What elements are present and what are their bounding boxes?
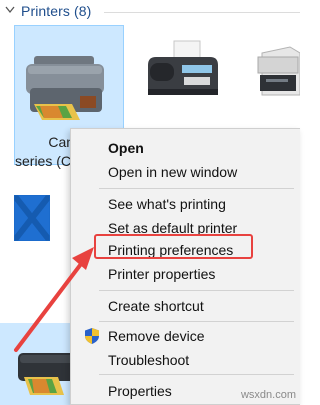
- menu-item-open-new-window[interactable]: Open in new window: [108, 163, 237, 181]
- menu-separator: [99, 321, 294, 322]
- printer-tile-selected-bottom[interactable]: [0, 323, 80, 405]
- watermark: wsxdn.com: [240, 389, 296, 401]
- menu-item-create-shortcut[interactable]: Create shortcut: [108, 297, 204, 315]
- group-title: Printers (8): [21, 3, 92, 19]
- menu-item-see-whats-printing[interactable]: See what's printing: [108, 195, 226, 213]
- menu-separator: [99, 374, 294, 375]
- inkjet-printer-icon: [26, 56, 104, 120]
- chevron-down-icon[interactable]: [5, 4, 15, 16]
- menu-item-properties[interactable]: Properties: [108, 382, 172, 400]
- app-icon[interactable]: [14, 195, 50, 241]
- fax-machine-icon: [148, 40, 218, 95]
- menu-separator: [99, 188, 294, 189]
- context-menu: Open Open in new window See what's print…: [70, 128, 300, 405]
- printers-group-header[interactable]: Printers (8): [0, 0, 300, 24]
- menu-item-remove-device[interactable]: Remove device: [108, 327, 205, 345]
- uac-shield-icon: [85, 328, 99, 344]
- menu-item-printer-properties[interactable]: Printer properties: [108, 265, 215, 283]
- laser-printer-icon: [257, 46, 300, 96]
- menu-item-open[interactable]: Open: [108, 139, 144, 157]
- highlight-box: [94, 234, 253, 259]
- menu-separator: [99, 290, 294, 291]
- header-divider: [104, 12, 300, 13]
- menu-item-troubleshoot[interactable]: Troubleshoot: [108, 351, 189, 369]
